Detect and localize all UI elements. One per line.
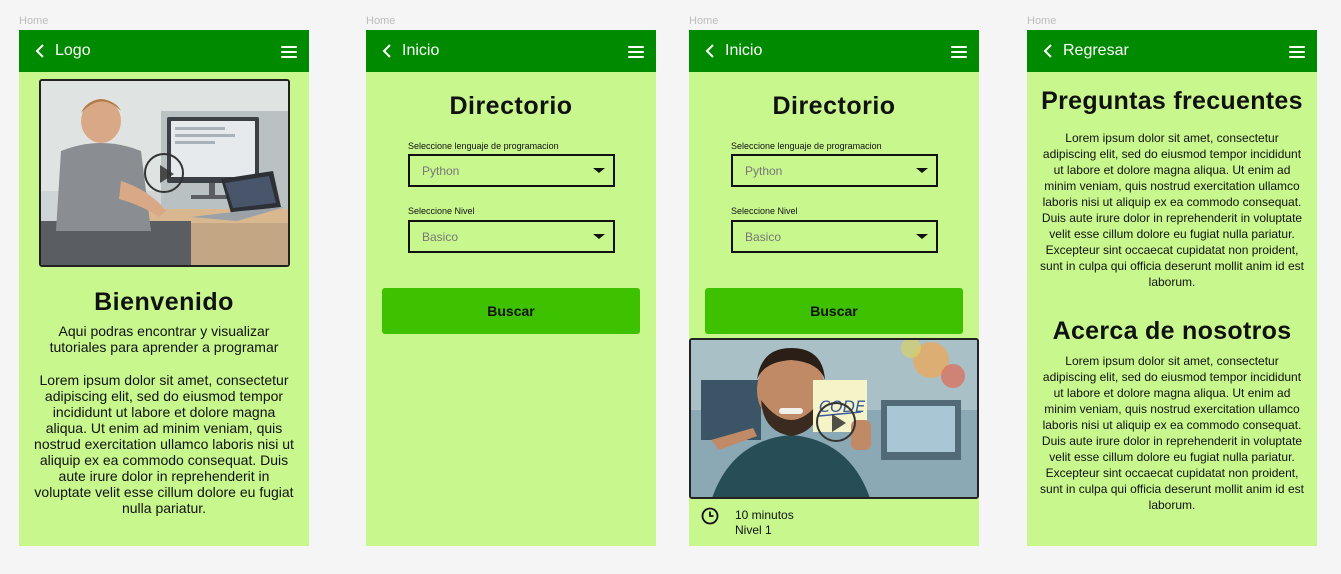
faq-title: Preguntas frecuentes [1041, 87, 1303, 115]
level-label: Seleccione Nivel [408, 206, 475, 216]
welcome-subtitle: Aqui podras encontrar y visualizar tutor… [49, 323, 279, 355]
app-header: Inicio [366, 30, 656, 72]
hamburger-menu-icon[interactable] [628, 44, 644, 58]
caret-down-icon [916, 234, 928, 239]
play-icon[interactable] [816, 402, 856, 442]
page-title: Directorio [772, 92, 896, 120]
screen-home: Logo Bienvenido Aqui podras encontrar y … [19, 30, 309, 546]
language-label: Seleccione lenguaje de programacion [731, 141, 882, 151]
video-duration: 10 minutos [735, 508, 794, 522]
header-title: Inicio [402, 42, 440, 59]
level-select[interactable]: Basico [731, 220, 938, 253]
language-select[interactable]: Python [408, 154, 615, 187]
chevron-left-icon [705, 44, 714, 58]
chevron-left-icon [1043, 44, 1052, 58]
play-icon[interactable] [144, 153, 184, 193]
faq-body: Lorem ipsum dolor sit amet, consectetur … [1040, 131, 1304, 289]
frame-label-home: Home [1027, 15, 1057, 27]
page-title: Directorio [449, 92, 573, 120]
frame-label-home: Home [689, 15, 719, 27]
video-level: Nivel 1 [735, 523, 772, 537]
chevron-left-icon [382, 44, 391, 58]
header-title: Regresar [1063, 42, 1129, 59]
clock-icon [701, 507, 719, 525]
app-header: Inicio [689, 30, 979, 72]
back-nav[interactable]: Regresar [1041, 42, 1129, 60]
welcome-title: Bienvenido [94, 288, 234, 316]
screen-directory: Inicio Directorio Seleccione lenguaje de… [366, 30, 656, 546]
welcome-body: Lorem ipsum dolor sit amet, consectetur … [34, 372, 294, 516]
level-select-value: Basico [745, 229, 782, 244]
level-label: Seleccione Nivel [731, 206, 798, 216]
back-nav[interactable]: Inicio [380, 42, 439, 60]
language-select-value: Python [745, 163, 783, 178]
video-meta: 10 minutos Nivel 1 [735, 508, 794, 538]
result-video-thumbnail[interactable]: CODE [689, 338, 979, 499]
app-header: Regresar [1027, 30, 1317, 72]
screen-faq: Regresar Preguntas frecuentes Lorem ipsu… [1027, 30, 1317, 546]
level-select[interactable]: Basico [408, 220, 615, 253]
language-label: Seleccione lenguaje de programacion [408, 141, 559, 151]
back-nav[interactable]: Inicio [703, 42, 762, 60]
search-button[interactable]: Buscar [382, 288, 640, 334]
frame-label-home: Home [19, 15, 49, 27]
language-select-value: Python [422, 163, 460, 178]
app-header: Logo [19, 30, 309, 72]
level-select-value: Basico [422, 229, 459, 244]
frame-label-home: Home [366, 15, 396, 27]
about-body: Lorem ipsum dolor sit amet, consectetur … [1040, 354, 1304, 512]
header-title: Inicio [725, 42, 763, 59]
chevron-left-icon [35, 44, 44, 58]
tutorial-video-thumbnail[interactable] [39, 79, 290, 267]
hamburger-menu-icon[interactable] [1289, 44, 1305, 58]
hamburger-menu-icon[interactable] [281, 44, 297, 58]
search-button[interactable]: Buscar [705, 288, 963, 334]
caret-down-icon [593, 168, 605, 173]
about-title: Acerca de nosotros [1052, 317, 1292, 345]
hamburger-menu-icon[interactable] [951, 44, 967, 58]
caret-down-icon [593, 234, 605, 239]
header-title: Logo [55, 42, 91, 59]
screen-directory-results: Inicio Directorio Seleccione lenguaje de… [689, 30, 979, 546]
back-nav[interactable]: Logo [33, 42, 91, 60]
caret-down-icon [916, 168, 928, 173]
language-select[interactable]: Python [731, 154, 938, 187]
